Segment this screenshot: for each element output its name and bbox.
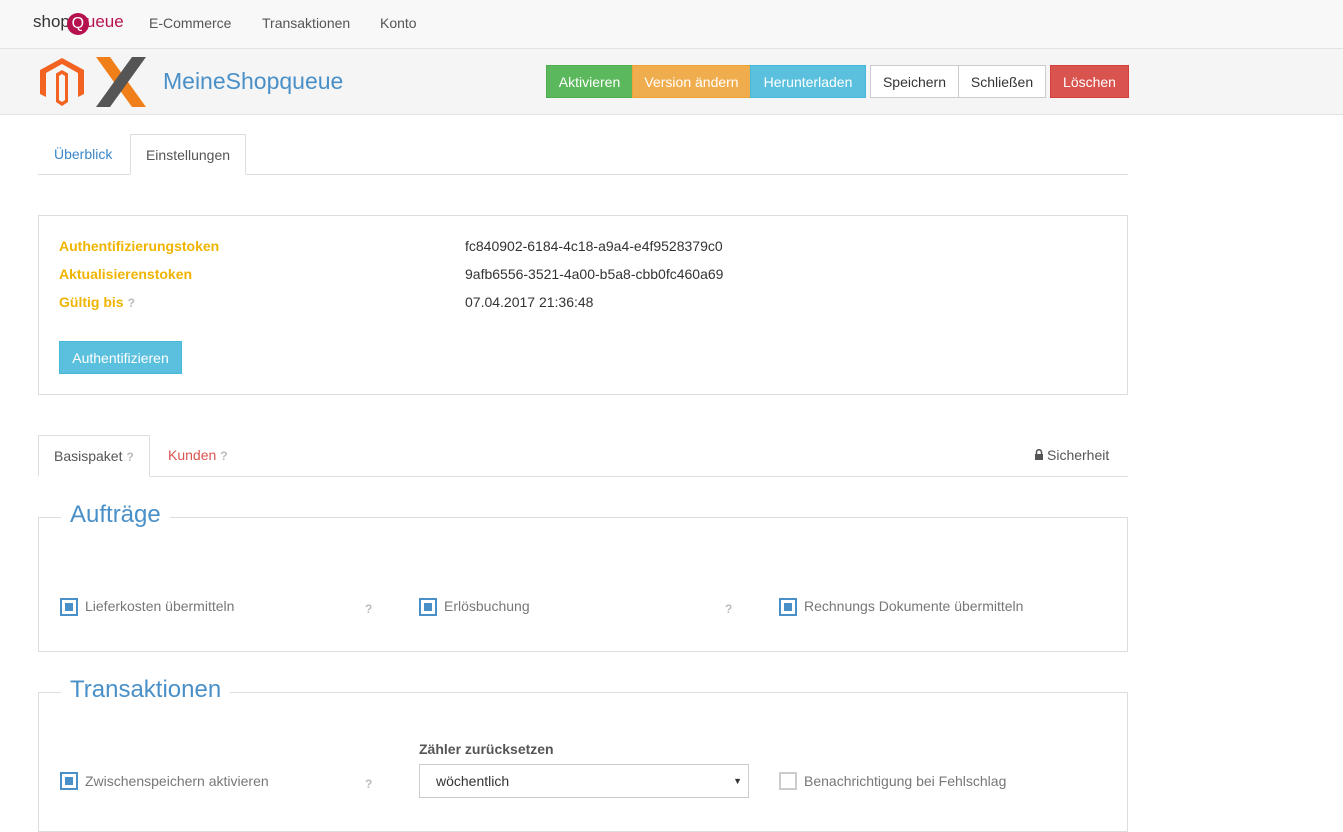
top-navbar: shop Queue E-Commerce Transaktionen Konto: [0, 0, 1343, 49]
delete-button[interactable]: Löschen: [1050, 65, 1129, 98]
tab-basic-package[interactable]: Basispaket?: [38, 435, 150, 477]
invoice-documents-label: Rechnungs Dokumente übermitteln: [804, 598, 1024, 614]
token-panel: Authentifizierungstoken fc840902-6184-4c…: [38, 215, 1128, 395]
cache-checkbox[interactable]: [60, 772, 78, 790]
main-tabs: Überblick Einstellungen: [38, 134, 1128, 175]
tab-security[interactable]: Sicherheit: [1034, 435, 1109, 475]
reset-counter-value: wöchentlich: [436, 773, 510, 789]
help-icon[interactable]: ?: [220, 449, 227, 463]
shipping-costs-label: Lieferkosten übermitteln: [85, 598, 235, 614]
shop-name: MeineShopqueue: [163, 68, 344, 94]
help-icon[interactable]: ?: [725, 602, 732, 616]
valid-until-value: 07.04.2017 21:36:48: [465, 294, 594, 310]
dropdown-arrow-icon: ▼: [733, 776, 742, 786]
reset-counter-select[interactable]: wöchentlich ▼: [419, 764, 749, 798]
revenue-booking-label: Erlösbuchung: [444, 598, 530, 614]
refresh-token-label: Aktualisierenstoken: [59, 266, 193, 282]
failure-notification-label: Benachrichtigung bei Fehlschlag: [804, 773, 1007, 789]
auth-token-label: Authentifizierungstoken: [59, 238, 220, 254]
help-icon[interactable]: ?: [365, 777, 372, 791]
magento-logo-icon: [40, 58, 84, 106]
change-version-button[interactable]: Version ändern: [632, 65, 751, 98]
nav-link-ecommerce[interactable]: E-Commerce: [149, 15, 231, 31]
package-tabs: Basispaket? Kunden? Sicherheit: [38, 435, 1128, 477]
close-button[interactable]: Schließen: [958, 65, 1046, 98]
help-icon[interactable]: ?: [365, 602, 372, 616]
cache-label: Zwischenspeichern aktivieren: [85, 773, 269, 789]
logo-suffix: ueue: [85, 12, 124, 31]
tab-customers[interactable]: Kunden?: [168, 435, 228, 475]
x-logo-icon: [96, 57, 146, 107]
nav-link-account[interactable]: Konto: [380, 15, 417, 31]
help-icon[interactable]: ?: [128, 296, 135, 310]
transactions-title: Transaktionen: [61, 676, 231, 704]
invoice-documents-checkbox[interactable]: [779, 598, 797, 616]
valid-until-label: Gültig bis?: [59, 294, 135, 310]
authenticate-button[interactable]: Authentifizieren: [59, 341, 182, 374]
valid-until-text: Gültig bis: [59, 294, 124, 310]
activate-button[interactable]: Aktivieren: [546, 65, 633, 98]
tab-settings[interactable]: Einstellungen: [130, 134, 246, 175]
failure-notification-checkbox[interactable]: [779, 772, 797, 790]
tab-basic-label: Basispaket: [54, 448, 123, 464]
orders-fieldset: Aufträge Lieferkosten übermitteln ? Erlö…: [38, 501, 1128, 652]
lock-icon: [1035, 448, 1043, 460]
tab-customers-label: Kunden: [168, 447, 217, 463]
transactions-fieldset: Transaktionen Zwischenspeichern aktivier…: [38, 676, 1128, 832]
revenue-booking-checkbox[interactable]: [419, 598, 437, 616]
save-button[interactable]: Speichern: [870, 65, 959, 98]
auth-token-value: fc840902-6184-4c18-a9a4-e4f9528379c0: [465, 238, 723, 254]
tab-overview[interactable]: Überblick: [54, 134, 112, 174]
orders-title: Aufträge: [61, 501, 170, 529]
refresh-token-value: 9afb6556-3521-4a00-b5a8-cbb0fc460a69: [465, 266, 724, 282]
tab-security-label: Sicherheit: [1047, 447, 1110, 463]
reset-counter-label: Zähler zurücksetzen: [419, 741, 554, 757]
nav-link-transactions[interactable]: Transaktionen: [262, 15, 350, 31]
logo-q: Q: [66, 13, 89, 35]
shopqueue-logo[interactable]: shop Queue: [33, 12, 124, 35]
help-icon[interactable]: ?: [126, 450, 133, 464]
download-button[interactable]: Herunterladen: [750, 65, 866, 98]
shop-header: MeineShopqueue Aktivieren Version ändern…: [0, 49, 1343, 115]
shipping-costs-checkbox[interactable]: [60, 598, 78, 616]
logo-prefix: shop: [33, 12, 70, 31]
